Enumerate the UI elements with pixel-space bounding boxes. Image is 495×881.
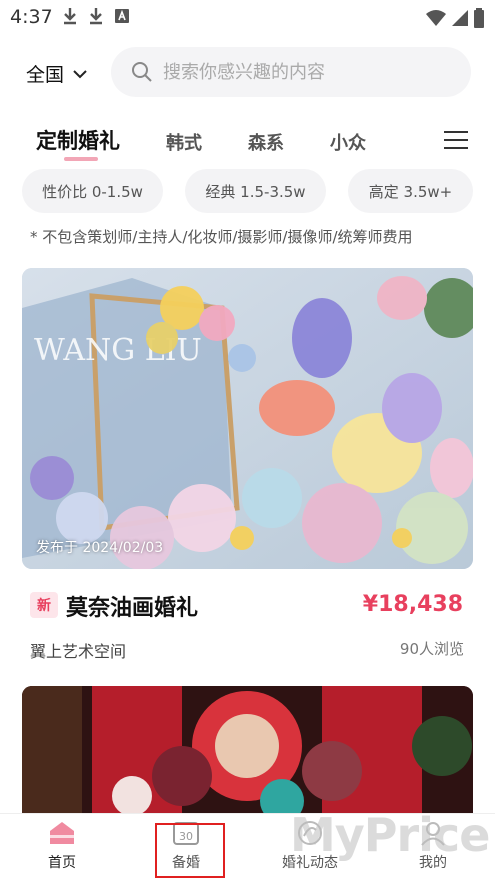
- highlight-annotation-box: [155, 823, 225, 878]
- active-tab-indicator: [64, 157, 98, 161]
- status-time: 4:37: [10, 6, 53, 28]
- nav-label: 首页: [48, 855, 76, 871]
- system-icons: [425, 8, 485, 28]
- status-bar: 4:37: [0, 0, 495, 34]
- home-icon: [50, 822, 74, 844]
- posted-date: 发布于 2024/02/03: [36, 540, 164, 556]
- card-price: ¥18,438: [362, 592, 463, 617]
- tab-label: 小众: [330, 133, 366, 154]
- tab-label: 定制婚礼: [36, 129, 120, 153]
- search-bar[interactable]: [111, 47, 471, 97]
- chevron-down-icon: [73, 69, 87, 78]
- wifi-icon: [426, 10, 446, 26]
- signal-icon: [452, 10, 468, 26]
- category-tabs: 定制婚礼 韩式 森系 小众: [36, 125, 412, 161]
- tab-forest[interactable]: 森系: [248, 129, 284, 155]
- tab-niche[interactable]: 小众: [330, 129, 366, 155]
- battery-icon: [474, 8, 484, 28]
- wedding-card-image-2[interactable]: [22, 686, 473, 816]
- wedding-card-image[interactable]: WANG LIU 发布于 2024/02/03: [22, 268, 473, 569]
- download-icon: [64, 8, 76, 25]
- nav-home[interactable]: 首页: [22, 820, 102, 872]
- card-views: 90人浏览: [399, 640, 464, 658]
- app-a-icon: [115, 9, 129, 23]
- wedding-scene-illustration-2: [22, 686, 473, 816]
- city-selector[interactable]: 全国: [26, 60, 88, 87]
- filter-chip-budget[interactable]: 性价比 0-1.5w: [22, 169, 163, 213]
- tab-label: 森系: [248, 133, 284, 154]
- search-input[interactable]: [163, 61, 443, 83]
- menu-icon[interactable]: [444, 131, 468, 151]
- tab-korean[interactable]: 韩式: [166, 129, 202, 155]
- new-badge: 新: [30, 592, 58, 618]
- city-label: 全国: [26, 64, 65, 86]
- watermark-text: MyPrice: [290, 808, 490, 862]
- card-venue: 翼上艺术空间: [30, 642, 127, 661]
- search-icon: [132, 62, 152, 82]
- tab-label: 韩式: [166, 133, 202, 154]
- filter-chip-premium[interactable]: 高定 3.5w+: [348, 169, 473, 213]
- notification-icons: [62, 6, 130, 26]
- filter-chip-classic[interactable]: 经典 1.5-3.5w: [185, 169, 326, 213]
- card-title[interactable]: 莫奈油画婚礼: [66, 590, 198, 622]
- fee-note: * 不包含策划师/主持人/化妆师/摄影师/摄像师/统筹师费用: [30, 228, 413, 246]
- wedding-scene-illustration: WANG LIU: [22, 268, 473, 569]
- price-filters: 性价比 0-1.5w 经典 1.5-3.5w 高定 3.5w+: [22, 169, 473, 213]
- download-icon: [90, 8, 102, 25]
- tab-custom-wedding[interactable]: 定制婚礼: [36, 125, 120, 161]
